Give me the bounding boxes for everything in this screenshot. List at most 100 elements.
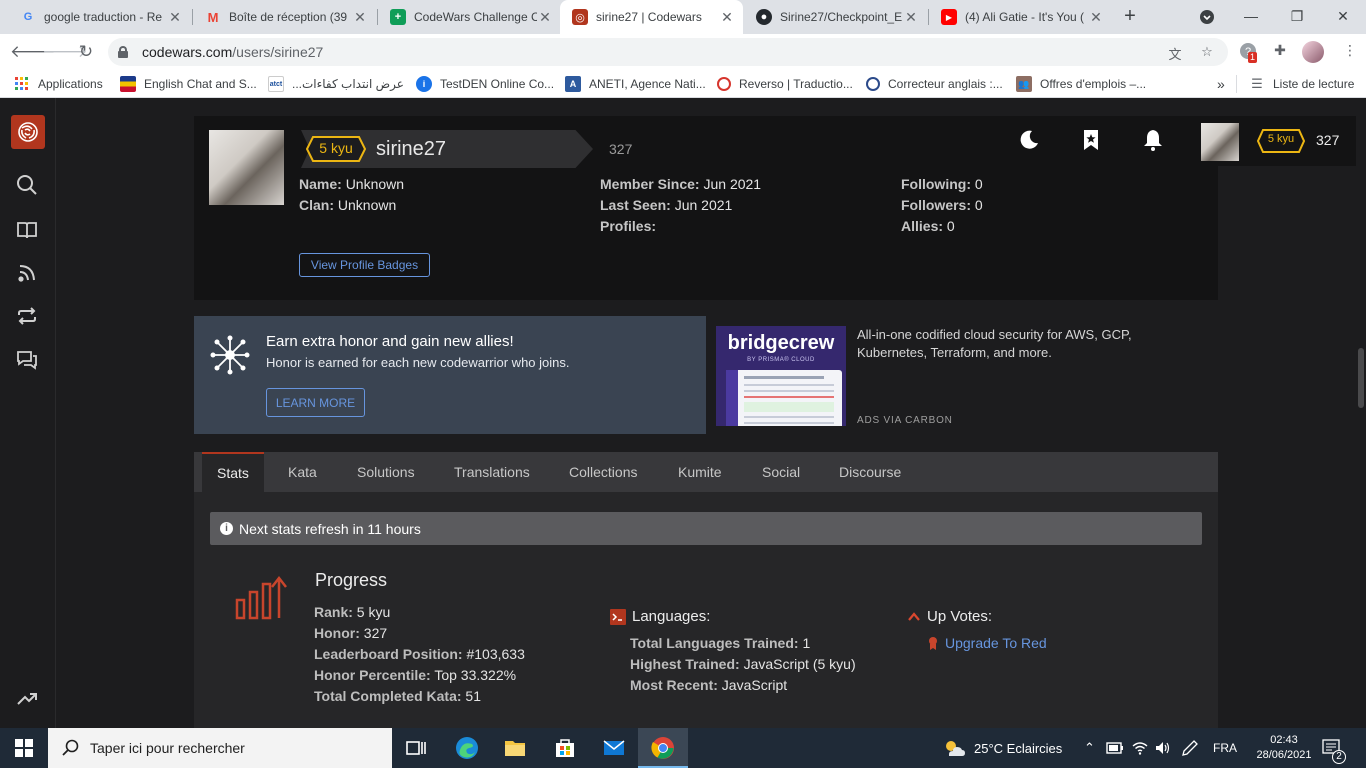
referral-banner: Earn extra honor and gain new allies! Ho… [194, 316, 706, 434]
chat-icon[interactable] [16, 349, 40, 373]
tab-social[interactable]: Social [762, 452, 800, 492]
minimize-button[interactable]: — [1228, 0, 1274, 34]
reading-list-button[interactable]: ☰ Liste de lecture [1236, 75, 1354, 93]
close-icon[interactable]: ✕ [352, 9, 368, 26]
bookmark-star-icon[interactable] [1079, 128, 1105, 154]
browser-tab-github[interactable]: ● Sirine27/Checkpoint_E ✕ [744, 0, 927, 34]
bookmark-offres[interactable]: 👥 Offres d'emplois –... [1016, 75, 1146, 93]
refresh-text: Next stats refresh in 11 hours [239, 520, 421, 537]
browser-tab-sheets[interactable]: + CodeWars Challenge C ✕ [378, 0, 561, 34]
file-explorer-icon[interactable] [503, 736, 527, 760]
new-tab-button[interactable]: + [1118, 5, 1142, 29]
carbon-ad[interactable]: bridgecrew BY PRISMA® CLOUD All-in-one c… [706, 316, 1218, 434]
translate-icon[interactable]: 文 [1166, 44, 1184, 62]
bookmark-star-icon[interactable]: ☆ [1198, 44, 1216, 62]
windows-start-button[interactable] [0, 728, 48, 768]
progress-title: Progress [315, 570, 388, 590]
close-icon[interactable]: ✕ [903, 9, 919, 26]
gmail-icon: M [207, 9, 219, 25]
more-bookmarks-chevron-icon[interactable]: » [1217, 75, 1225, 93]
pen-icon[interactable] [1182, 728, 1198, 768]
close-icon[interactable]: ✕ [167, 9, 183, 26]
restore-button[interactable]: ❐ [1274, 0, 1320, 34]
bookmark-reverso[interactable]: Reverso | Traductio... [717, 75, 853, 93]
trending-up-icon[interactable] [16, 687, 40, 711]
back-button[interactable]: 🡐 [10, 40, 56, 64]
scrollbar-thumb[interactable] [1358, 348, 1364, 408]
close-window-button[interactable]: ✕ [1320, 0, 1366, 34]
bookmark-testden[interactable]: i TestDEN Online Co... [416, 75, 554, 93]
puzzle-icon[interactable]: ✚ [1270, 42, 1290, 62]
taskbar-search-box[interactable]: Taper ici pour rechercher [48, 728, 392, 768]
book-icon[interactable] [16, 219, 40, 243]
tab-kumite[interactable]: Kumite [678, 452, 722, 492]
clock[interactable]: 02:43 28/06/2021 [1256, 728, 1312, 768]
search-placeholder: Taper ici pour rechercher [90, 740, 245, 756]
forward-button[interactable]: 🡒 [42, 40, 88, 64]
profile-avatar-icon[interactable] [1302, 41, 1324, 63]
learn-more-button[interactable]: LEARN MORE [266, 388, 365, 417]
upgrade-to-red-link[interactable]: Upgrade To Red [928, 635, 1047, 651]
network-icon [210, 335, 250, 375]
sidebar-nav [0, 98, 56, 728]
bookmark-english-chat[interactable]: English Chat and S... [120, 75, 257, 93]
browser-tab-youtube[interactable]: ▶ (4) Ali Gatie - It's You ( ✕ [929, 0, 1112, 34]
tab-search-button[interactable] [1184, 0, 1230, 34]
tray-chevron-up-icon[interactable]: ⌃ [1084, 728, 1095, 768]
weather-widget[interactable]: 25°C Eclaircies [942, 728, 1062, 768]
task-view-icon[interactable] [404, 736, 428, 760]
browser-tab-google-translate[interactable]: G google traduction - Re ✕ [8, 0, 191, 34]
page-scrollbar[interactable] [1356, 98, 1366, 728]
atct-icon: atct [268, 76, 284, 92]
weather-text: 25°C Eclaircies [974, 740, 1063, 756]
notification-center-button[interactable]: 2 [1322, 728, 1346, 768]
tab-collections[interactable]: Collections [569, 452, 637, 492]
tab-translations[interactable]: Translations [454, 452, 530, 492]
tab-title: (4) Ali Gatie - It's You ( [965, 10, 1085, 24]
stat-highest-trained: Highest Trained: JavaScript (5 kyu) [630, 656, 856, 672]
close-icon[interactable]: ✕ [719, 9, 735, 26]
close-icon[interactable]: ✕ [1088, 9, 1104, 26]
browser-toolbar: 🡐 🡒 ↻ codewars.com/users/sirine27 文 ☆ ? … [0, 34, 1366, 70]
tab-title: google traduction - Re [44, 10, 163, 24]
extension-icon[interactable]: ? 1 [1238, 42, 1258, 63]
stat-honor-percentile: Honor Percentile: Top 33.322% [314, 667, 517, 683]
edge-browser-icon[interactable] [455, 736, 479, 760]
mail-icon[interactable] [602, 736, 626, 760]
menu-dots-icon[interactable]: ⋮ [1340, 42, 1360, 62]
tab-solutions[interactable]: Solutions [357, 452, 415, 492]
bookmark-correcteur[interactable]: Correcteur anglais :... [866, 75, 1003, 93]
user-avatar-small[interactable] [1201, 123, 1239, 161]
volume-icon[interactable] [1155, 728, 1171, 768]
rss-feed-icon[interactable] [16, 262, 40, 286]
ad-image[interactable]: bridgecrew BY PRISMA® CLOUD [716, 326, 846, 426]
tab-kata[interactable]: Kata [288, 452, 317, 492]
bookmark-applications[interactable]: Applications [14, 75, 103, 93]
address-bar[interactable]: codewars.com/users/sirine27 文 ☆ [108, 38, 1228, 66]
microsoft-store-icon[interactable] [553, 736, 577, 760]
codewars-logo-icon[interactable] [11, 115, 45, 149]
ad-via-carbon[interactable]: ADS VIA CARBON [857, 415, 953, 426]
bell-icon[interactable] [1141, 128, 1167, 154]
browser-tab-codewars[interactable]: ◎ sirine27 | Codewars ✕ [560, 0, 743, 34]
wifi-icon[interactable] [1132, 728, 1148, 768]
chrome-taskbar-button[interactable] [638, 728, 688, 768]
tab-stats[interactable]: Stats [202, 452, 264, 492]
close-icon[interactable]: ✕ [537, 9, 553, 26]
windows-taskbar: Taper ici pour rechercher 25°C Eclaircie… [0, 728, 1366, 768]
tab-title: sirine27 | Codewars [596, 10, 702, 24]
ad-text[interactable]: All-in-one codified cloud security for A… [857, 326, 1187, 362]
browser-tab-gmail[interactable]: M Boîte de réception (39 ✕ [193, 0, 376, 34]
moon-icon[interactable] [1017, 128, 1043, 154]
bookmark-aneti[interactable]: A ANETI, Agence Nati... [565, 75, 706, 93]
ad-brand: bridgecrew [727, 332, 835, 354]
search-icon[interactable] [16, 174, 40, 198]
reload-button[interactable]: ↻ [74, 40, 98, 64]
bookmark-atct[interactable]: atct عرض انتداب كفاءات... [268, 75, 404, 93]
tab-discourse[interactable]: Discourse [839, 452, 901, 492]
repeat-icon[interactable] [16, 305, 40, 329]
battery-icon[interactable] [1106, 728, 1124, 768]
stat-most-recent: Most Recent: JavaScript [630, 677, 788, 693]
view-profile-badges-button[interactable]: View Profile Badges [299, 253, 430, 277]
input-language[interactable]: FRA [1213, 728, 1237, 768]
